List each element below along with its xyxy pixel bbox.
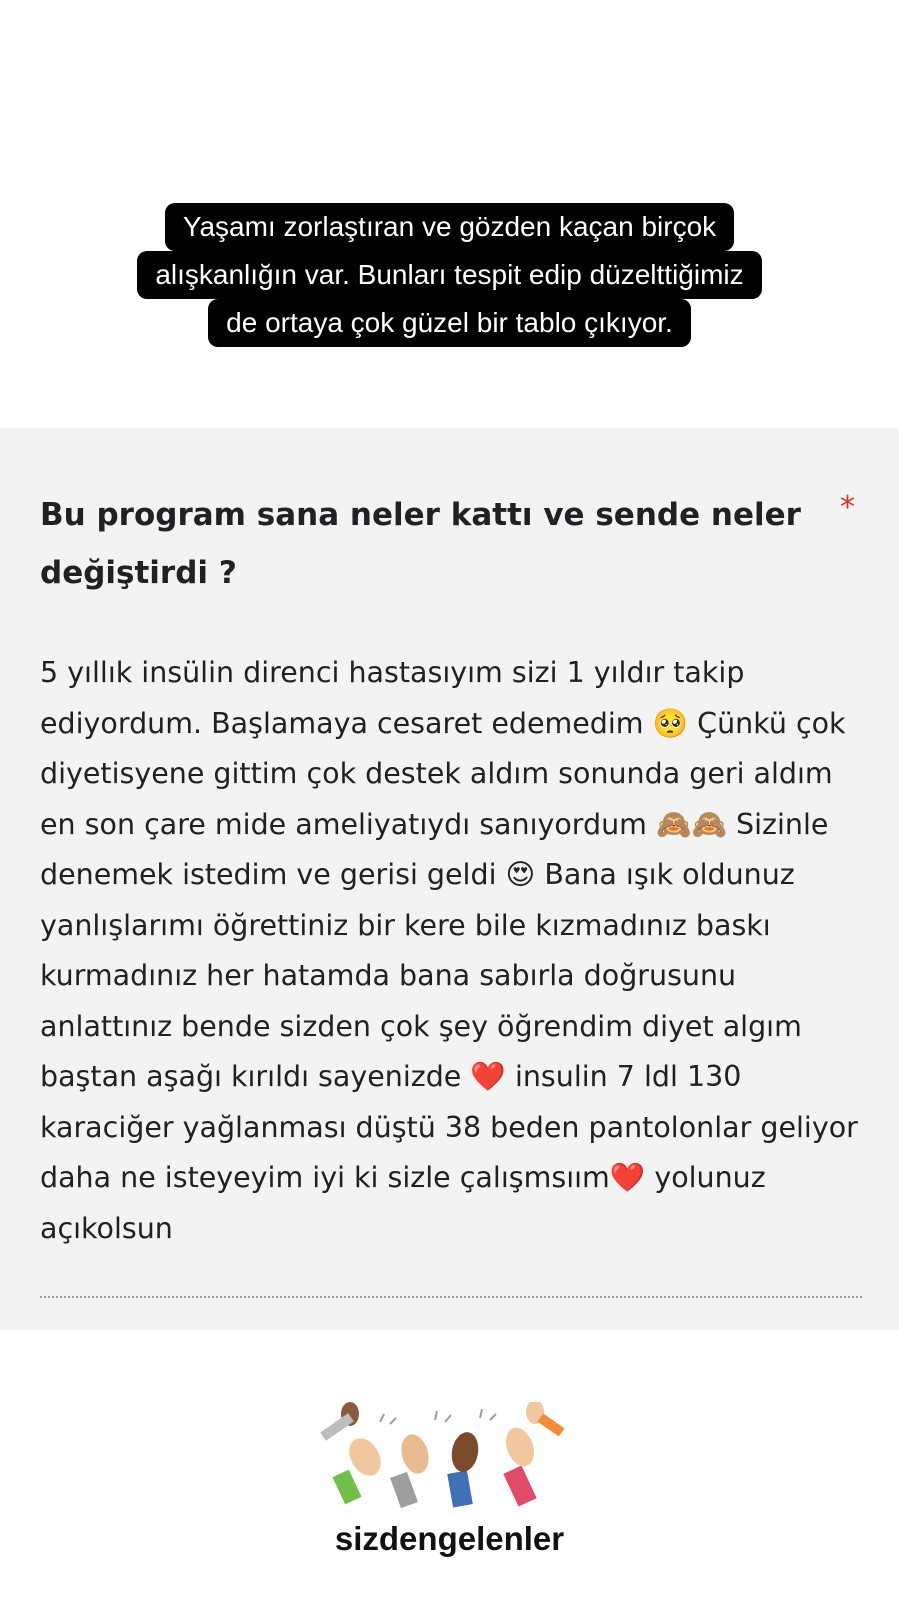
story-caption: Yaşamı zorlaştıran ve gözden kaçan birço… <box>0 203 899 347</box>
question-title: Bu program sana neler kattı ve sende nel… <box>40 497 801 591</box>
sleeve-green-icon <box>332 1469 362 1505</box>
brand-name: sizdengelenler <box>334 1520 565 1557</box>
sleeve-pink-icon <box>503 1465 537 1507</box>
sleeve-grey-icon <box>390 1471 418 1509</box>
caption-line-3: de ortaya çok güzel bir tablo çıkıyor. <box>208 299 691 347</box>
sleeve-blue-icon <box>447 1470 473 1508</box>
hand-icon <box>505 1427 535 1467</box>
sleeve-grey-icon <box>320 1413 354 1441</box>
form-question-card: Bu program sana neler kattı ve sende nel… <box>0 428 899 1330</box>
sleeve-orange-icon <box>537 1413 565 1437</box>
answer-text[interactable]: 5 yıllık insülin direnci hastasıyım sizi… <box>40 648 870 1254</box>
answer-underline <box>40 1296 862 1298</box>
clapping-hands-icon <box>320 1402 565 1509</box>
clap-marks-icon <box>379 1408 497 1425</box>
caption-line-2: alışkanlığın var. Bunları tespit edip dü… <box>137 251 762 299</box>
hand-icon <box>451 1432 479 1472</box>
hand-icon <box>401 1434 429 1474</box>
required-asterisk: * <box>840 490 855 525</box>
caption-line-1: Yaşamı zorlaştıran ve gözden kaçan birço… <box>164 203 735 251</box>
